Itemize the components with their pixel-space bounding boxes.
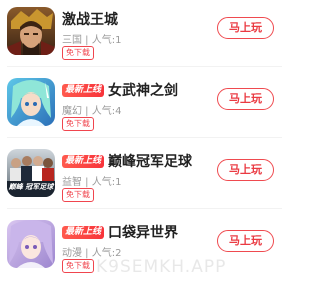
play-now-button[interactable]: 马上玩 [217,159,274,181]
play-now-button[interactable]: 马上玩 [217,230,274,252]
game-name[interactable]: 口袋异世界 [108,222,178,242]
game-name[interactable]: 激战王城 [62,9,118,29]
no-download-tag: 免下载 [62,259,94,273]
anime-girl-cover-icon[interactable] [7,220,55,268]
divider [7,137,282,138]
game-title-line: 最新上线 女武神之剑 [62,81,178,99]
game-meta: 三国 | 人气:1 [62,35,122,46]
new-release-badge: 最新上线 [62,154,105,168]
no-download-tag: 免下载 [62,117,94,131]
game-row[interactable]: 激战王城 三国 | 人气:1 免下载 马上玩 [0,7,289,65]
game-title-line: 最新上线 口袋异世界 [62,223,178,241]
new-release-badge: 最新上线 [62,225,105,239]
game-meta: 益智 | 人气:1 [62,177,122,188]
game-row[interactable]: 巅峰 冠军足球 最新上线 巅峰冠军足球 益智 | 人气:1 免下载 马上玩 [0,149,289,207]
game-title-line: 最新上线 巅峰冠军足球 [62,152,192,170]
football-cover-caption: 巅峰 冠军足球 [8,183,54,191]
no-download-tag: 免下载 [62,188,94,202]
game-list: 激战王城 三国 | 人气:1 免下载 马上玩 最新上线 女武神之剑 魔幻 | 人… [0,0,289,285]
game-name[interactable]: 巅峰冠军足球 [108,151,192,171]
game-row[interactable]: 最新上线 女武神之剑 魔幻 | 人气:4 免下载 马上玩 [0,78,289,136]
game-meta: 魔幻 | 人气:4 [62,106,122,117]
football-cover-icon[interactable]: 巅峰 冠军足球 [7,149,55,197]
new-release-badge: 最新上线 [62,83,105,97]
divider [7,208,282,209]
play-now-button[interactable]: 马上玩 [217,17,274,39]
no-download-tag: 免下载 [62,46,94,60]
valkyrie-cover-icon[interactable] [7,78,55,126]
game-title-line: 激战王城 [62,10,118,28]
watermark-text: K9SEMKH.APP [96,257,227,277]
warrior-cover-icon[interactable] [7,7,55,55]
play-now-button[interactable]: 马上玩 [217,88,274,110]
game-name[interactable]: 女武神之剑 [108,80,178,100]
divider [7,66,282,67]
